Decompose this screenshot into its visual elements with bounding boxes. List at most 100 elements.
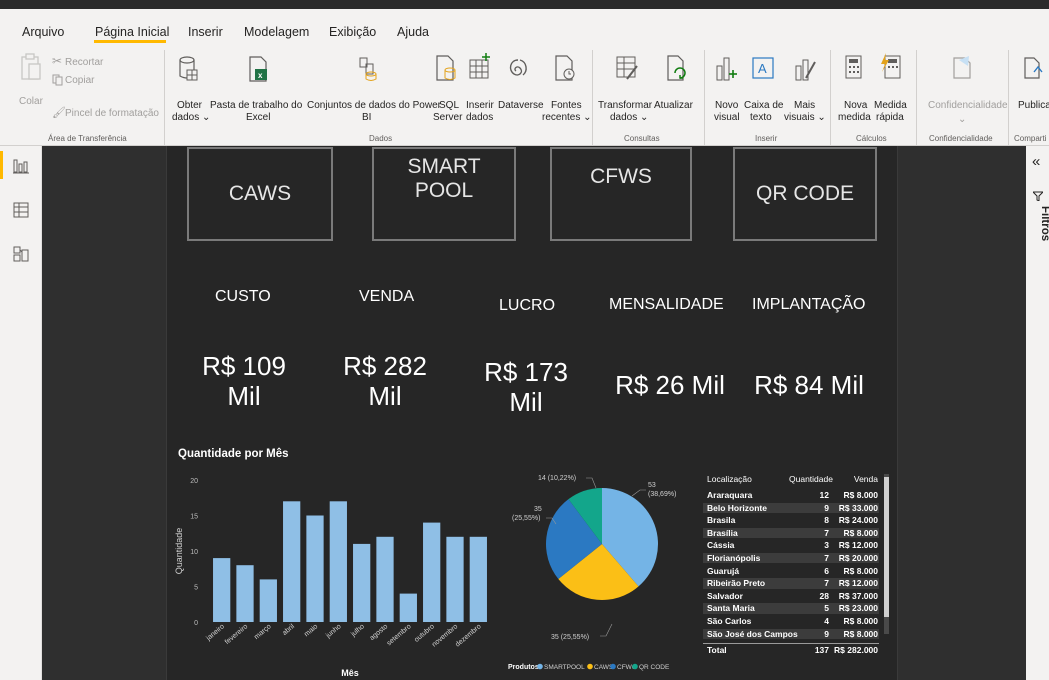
collapse-filters-icon[interactable]: «: [1032, 153, 1040, 170]
tab-modelagem[interactable]: Modelagem: [244, 25, 309, 39]
sql-server-button[interactable]: SQL Server: [430, 48, 462, 130]
bar-maio[interactable]: [306, 515, 324, 623]
kpi-label-venda: VENDA: [359, 288, 415, 305]
x-tick-label: março: [253, 623, 272, 641]
x-tick-label: agosto: [369, 623, 390, 642]
sensitivity-button[interactable]: Confidencialidade ⌄: [920, 48, 1008, 130]
enter-data-button[interactable]: Inserir dados: [462, 48, 496, 130]
active-tab-indicator: [94, 40, 166, 43]
table-cell: 12: [819, 490, 829, 500]
get-data-button[interactable]: Obter dados ⌄: [168, 48, 211, 130]
report-view-icon[interactable]: [13, 158, 29, 174]
table-cell: R$ 37.000: [838, 590, 878, 601]
excel-workbook-button[interactable]: x Pasta de trabalho do Excel: [210, 48, 305, 130]
model-view-icon[interactable]: [13, 246, 29, 262]
refresh-button[interactable]: Atualizar: [654, 48, 698, 130]
table-cell: 3: [824, 540, 829, 551]
tab-exibicao[interactable]: Exibição: [329, 25, 376, 39]
sensitivity-label: Confidencialidade: [928, 100, 1008, 111]
table-cell: R$ 8.000: [843, 565, 879, 576]
table-cell: R$ 24.000: [838, 515, 878, 526]
table-row: Salvador 28 R$ 37.000: [703, 591, 879, 601]
filters-pane[interactable]: « Filtros: [1026, 146, 1049, 680]
bar-junho[interactable]: [329, 501, 347, 622]
format-painter-button[interactable]: 🖌 Pincel de formatação: [50, 107, 170, 121]
table-cell: Localização: [707, 474, 752, 484]
table-cell: R$ 23.000: [838, 603, 878, 614]
more-visuals-label-1: Mais: [794, 100, 816, 111]
table-cell: Belo Horizonte: [707, 502, 767, 513]
location-table[interactable]: Localização Quantidade Venda Araraquara 12 R$…: [703, 471, 889, 657]
bar-julho[interactable]: [353, 543, 371, 622]
quick-measure-button[interactable]: Medida rápida: [872, 48, 912, 130]
dataverse-button[interactable]: Dataverse: [496, 48, 544, 130]
table-cell: 8: [824, 515, 829, 526]
product-button-smartpool[interactable]: SMART POOL: [372, 147, 516, 241]
x-tick-label: junho: [324, 623, 342, 640]
publish-button[interactable]: Publica: [1012, 48, 1049, 130]
new-visual-button[interactable]: Novo visual: [710, 48, 742, 130]
table-row: Guarujá 6 R$ 8.000: [703, 566, 879, 576]
bar-agosto[interactable]: [376, 536, 394, 622]
transform-data-button[interactable]: Transformar dados ⌄: [598, 48, 654, 130]
pie-chart[interactable]: 53 (38,69%) 35 (25,55%) 35 (25,55%) 14 (10,22…: [500, 462, 700, 680]
bar-fevereiro[interactable]: [236, 565, 254, 622]
bar-abril[interactable]: [283, 501, 301, 622]
table-row: São Carlos 4 R$ 8.000: [703, 616, 879, 626]
bar-março[interactable]: [259, 579, 277, 622]
tab-pagina-inicial[interactable]: Página Inicial: [95, 25, 169, 39]
brush-icon: 🖌: [52, 107, 66, 119]
powerbi-datasets-button[interactable]: Conjuntos de dados do Power BI: [305, 48, 441, 130]
kpi-value-line: R$ 282: [343, 351, 427, 381]
bar-setembro[interactable]: [399, 593, 417, 622]
product-button-cfws[interactable]: CFWS: [550, 147, 692, 241]
table-header[interactable]: Localização Quantidade Venda: [703, 474, 879, 484]
new-measure-button[interactable]: Nova medida: [836, 48, 872, 130]
legend-item[interactable]: SMARTPOOL: [544, 664, 585, 671]
tab-arquivo[interactable]: Arquivo: [22, 25, 64, 39]
legend-title: Produtos: [508, 664, 539, 671]
bar-outubro[interactable]: [423, 522, 441, 622]
pie-label-cfwc-pct: (25,55%): [512, 515, 540, 522]
pie-label-caws: 35 (25,55%): [551, 634, 589, 641]
product-button-caws[interactable]: CAWS: [187, 147, 333, 241]
bar-dezembro[interactable]: [469, 536, 487, 622]
tab-inserir[interactable]: Inserir: [188, 25, 223, 39]
table-scrollbar-thumb[interactable]: [884, 477, 889, 617]
get-data-label-2: dados ⌄: [172, 112, 211, 123]
paste-button[interactable]: Colar: [14, 48, 48, 128]
more-visuals-icon: [795, 59, 816, 81]
table-cell: R$ 8.000: [843, 616, 879, 626]
copy-button[interactable]: Copiar: [50, 74, 110, 88]
y-tick-label: 15: [190, 514, 198, 521]
bar-chart[interactable]: 05101520janeirofevereiro março abril maio ju…: [170, 462, 500, 680]
datasets-label-2: BI: [362, 112, 372, 123]
table-cell: Santa Maria: [707, 603, 755, 614]
textbox-icon: A: [752, 57, 774, 79]
x-tick-label: julho: [349, 623, 366, 639]
recent-sources-button[interactable]: Fontes recentes ⌄: [540, 48, 592, 130]
bar-janeiro[interactable]: [213, 558, 231, 622]
leader-line: [586, 477, 597, 489]
x-tick-label: janeiro: [205, 623, 226, 643]
table-row: Brasília 7 R$ 8.000: [703, 527, 879, 539]
svg-text:A: A: [758, 61, 767, 76]
table-cell: São Carlos: [707, 616, 752, 626]
product-button-qrcode[interactable]: QR CODE: [733, 147, 877, 241]
kpi-value-line: R$ 109: [202, 351, 286, 381]
more-visuals-label-2: visuais ⌄: [784, 112, 826, 123]
paste-icon: [21, 53, 41, 80]
bar-novembro[interactable]: [446, 536, 464, 622]
table-cell: 28: [819, 590, 829, 601]
legend-item[interactable]: QR CODE: [639, 664, 670, 671]
format-painter-label: Pincel de formatação: [65, 108, 159, 119]
cut-button[interactable]: ✂ Recortar: [50, 54, 110, 70]
x-tick-label: dezembro: [454, 623, 482, 648]
more-visuals-button[interactable]: Mais visuais ⌄: [784, 48, 826, 130]
title-strip: [0, 0, 1049, 9]
table-view-icon[interactable]: [13, 202, 29, 218]
textbox-button[interactable]: A Caixa de texto: [742, 48, 784, 130]
table-cell: Florianópolis: [707, 553, 761, 563]
new-measure-label-2: medida: [838, 112, 871, 123]
tab-ajuda[interactable]: Ajuda: [397, 25, 429, 39]
